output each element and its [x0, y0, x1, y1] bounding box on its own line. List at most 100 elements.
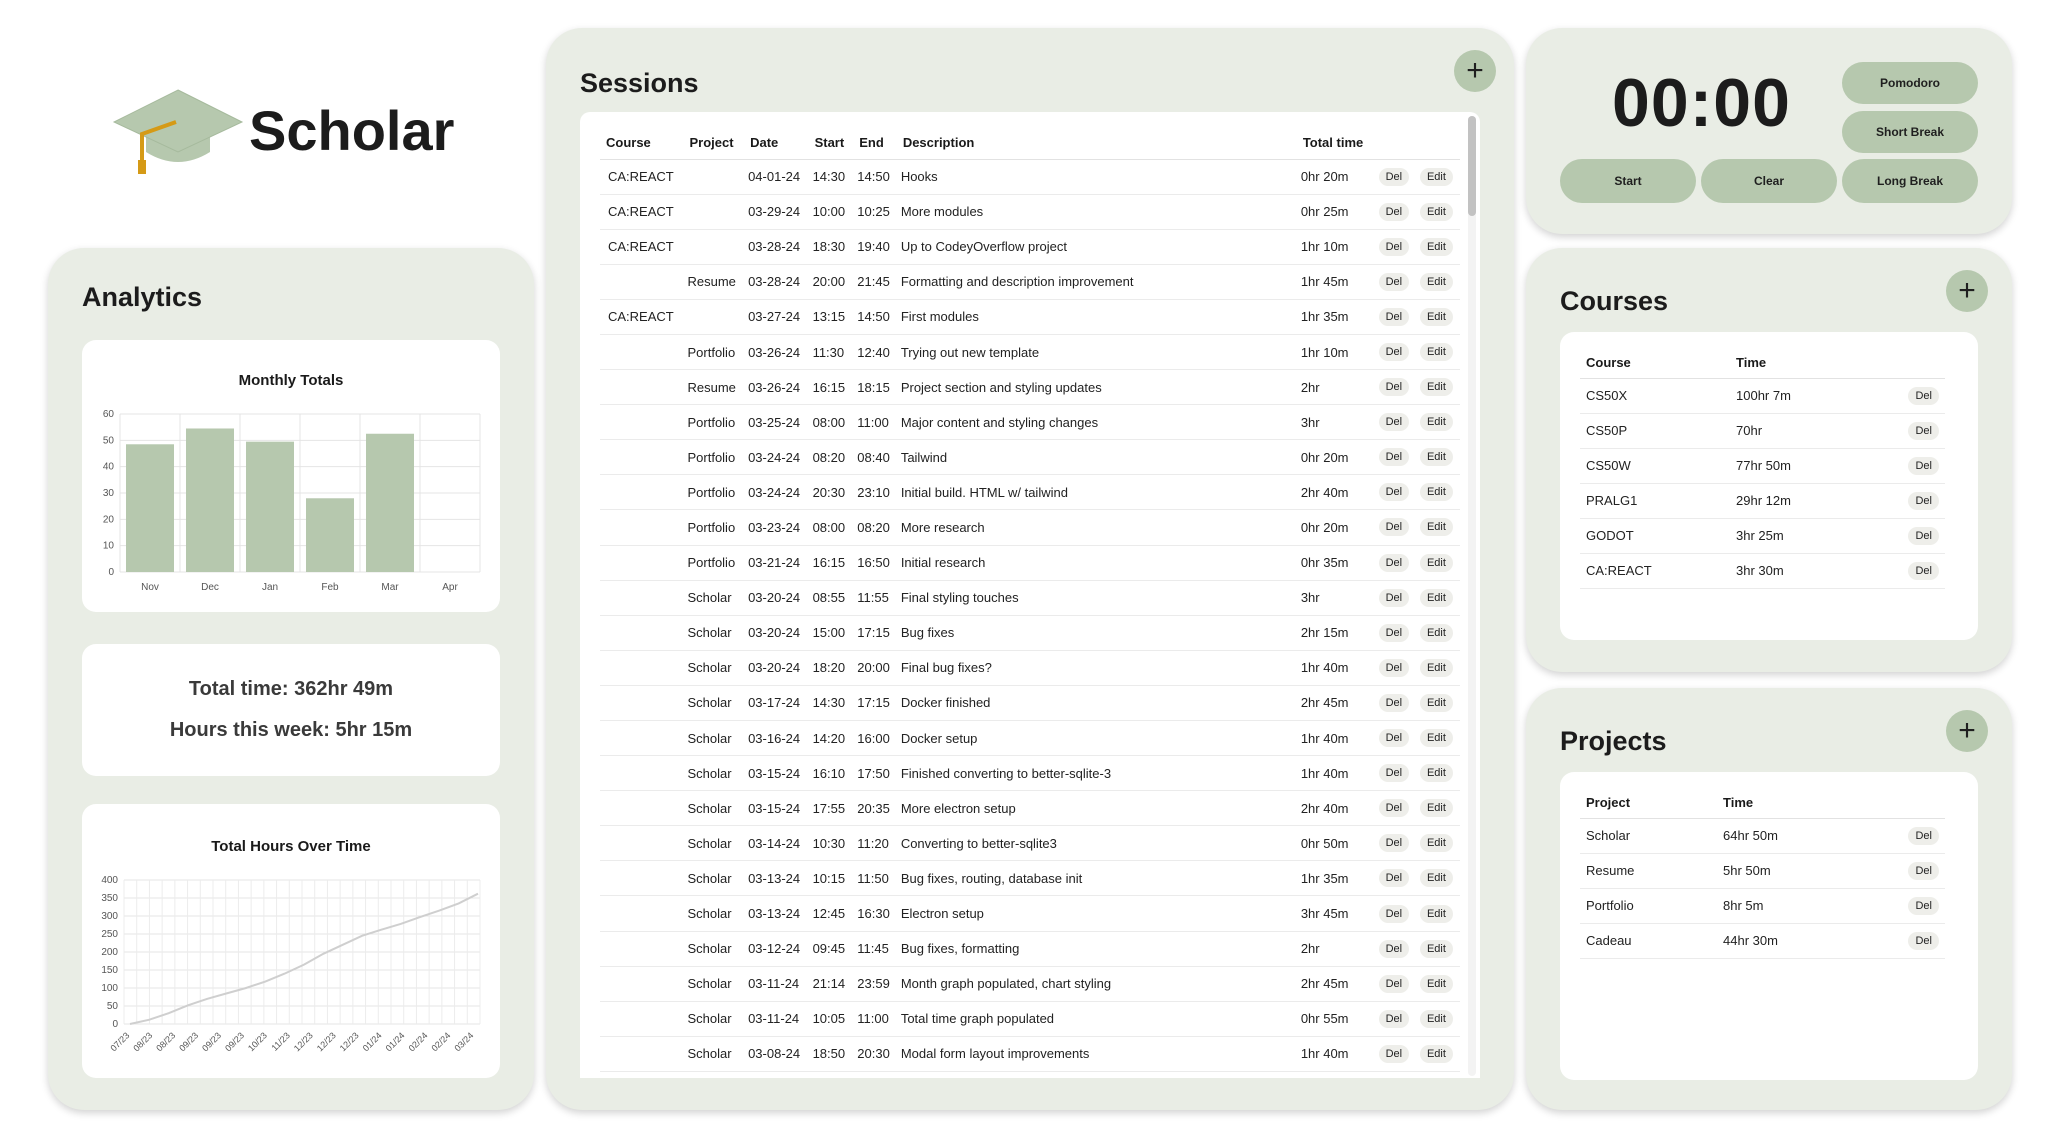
- edit-session-button[interactable]: Edit: [1419, 518, 1453, 537]
- edit-session-button[interactable]: Edit: [1419, 307, 1453, 326]
- project-name: Portfolio: [1580, 888, 1717, 924]
- long-break-button[interactable]: Long Break: [1842, 159, 1978, 203]
- session-end: 20:00: [853, 650, 897, 686]
- session-end: 16:30: [853, 895, 897, 932]
- session-date: 03-13-24: [744, 895, 809, 932]
- edit-session-button[interactable]: Edit: [1419, 483, 1453, 502]
- delete-project-button[interactable]: Del: [1908, 861, 1939, 880]
- edit-session-button[interactable]: Edit: [1419, 202, 1453, 221]
- clear-button[interactable]: Clear: [1701, 159, 1837, 203]
- course-name: CS50W: [1580, 448, 1730, 484]
- edit-session-button[interactable]: Edit: [1419, 1009, 1453, 1028]
- delete-session-button[interactable]: Del: [1378, 974, 1410, 993]
- monthly-bar-chart-svg: 0 10 20 30 40 50 60 Nov Dec Jan Feb Mar Apr: [103, 409, 481, 593]
- delete-session-button[interactable]: Del: [1378, 658, 1410, 677]
- delete-project-button[interactable]: Del: [1908, 896, 1939, 915]
- delete-session-button[interactable]: Del: [1378, 378, 1410, 397]
- edit-session-button[interactable]: Edit: [1419, 869, 1453, 888]
- project-row: Cadeau 44hr 30m Del: [1580, 923, 1945, 959]
- delete-session-button[interactable]: Del: [1378, 448, 1410, 467]
- edit-session-button[interactable]: Edit: [1419, 904, 1453, 923]
- delete-session-button[interactable]: Del: [1378, 1009, 1410, 1028]
- session-start: 10:15: [808, 860, 854, 897]
- edit-session-button[interactable]: Edit: [1419, 693, 1453, 712]
- edit-session-button[interactable]: Edit: [1419, 413, 1453, 432]
- delete-session-button[interactable]: Del: [1378, 904, 1410, 923]
- edit-session-button[interactable]: Edit: [1419, 764, 1453, 783]
- delete-course-button[interactable]: Del: [1908, 386, 1939, 405]
- add-project-button[interactable]: +: [1946, 710, 1988, 752]
- session-description: Tailwind: [896, 439, 1297, 476]
- delete-session-button[interactable]: Del: [1378, 413, 1410, 432]
- delete-session-button[interactable]: Del: [1378, 939, 1410, 958]
- edit-session-button[interactable]: Edit: [1419, 378, 1453, 397]
- session-date: 03-24-24: [744, 439, 809, 476]
- bar-jan: [246, 441, 294, 572]
- edit-session-button[interactable]: Edit: [1419, 237, 1453, 256]
- delete-session-button[interactable]: Del: [1378, 623, 1410, 642]
- session-row: Scholar 03-16-24 14:20 16:00 Docker setup 1hr…: [600, 720, 1460, 757]
- delete-session-button[interactable]: Del: [1378, 343, 1410, 362]
- edit-session-button[interactable]: Edit: [1419, 974, 1453, 993]
- delete-session-button[interactable]: Del: [1378, 869, 1410, 888]
- delete-session-button[interactable]: Del: [1378, 588, 1410, 607]
- sessions-scrollbar-track[interactable]: [1468, 116, 1476, 1076]
- edit-session-button[interactable]: Edit: [1419, 799, 1453, 818]
- edit-session-button[interactable]: Edit: [1419, 623, 1453, 642]
- delete-session-button[interactable]: Del: [1378, 834, 1410, 853]
- edit-session-button-cell: Edit: [1415, 755, 1460, 792]
- delete-session-button[interactable]: Del: [1378, 307, 1410, 326]
- edit-session-button[interactable]: Edit: [1419, 658, 1453, 677]
- delete-project-button[interactable]: Del: [1908, 826, 1939, 845]
- delete-course-button[interactable]: Del: [1908, 561, 1939, 580]
- delete-session-button[interactable]: Del: [1378, 202, 1410, 221]
- session-project: Portfolio: [683, 334, 745, 371]
- edit-session-button[interactable]: Edit: [1419, 167, 1453, 186]
- session-project: [683, 299, 745, 335]
- session-description: Trying out new template: [896, 334, 1297, 371]
- edit-session-button[interactable]: Edit: [1419, 939, 1453, 958]
- delete-project-button[interactable]: Del: [1908, 931, 1939, 950]
- delete-course-button[interactable]: Del: [1908, 491, 1939, 510]
- delete-session-button[interactable]: Del: [1378, 483, 1410, 502]
- pomodoro-button[interactable]: Pomodoro: [1842, 62, 1978, 104]
- session-course: [600, 580, 684, 616]
- delete-session-button[interactable]: Del: [1378, 272, 1410, 291]
- delete-session-button[interactable]: Del: [1378, 237, 1410, 256]
- edit-session-button[interactable]: Edit: [1419, 448, 1453, 467]
- delete-course-button-cell: Del: [1861, 378, 1945, 414]
- session-end: 10:25: [853, 194, 897, 230]
- delete-session-button[interactable]: Del: [1378, 693, 1410, 712]
- edit-session-button[interactable]: Edit: [1419, 588, 1453, 607]
- delete-session-button-cell: Del: [1374, 509, 1416, 546]
- delete-session-button[interactable]: Del: [1378, 799, 1410, 818]
- delete-session-button[interactable]: Del: [1378, 553, 1410, 572]
- delete-course-button[interactable]: Del: [1908, 421, 1939, 440]
- session-project: Scholar: [683, 720, 745, 757]
- add-session-button[interactable]: +: [1454, 50, 1496, 92]
- session-project: Scholar: [683, 755, 745, 792]
- edit-session-button[interactable]: Edit: [1419, 272, 1453, 291]
- short-break-button[interactable]: Short Break: [1842, 111, 1978, 153]
- edit-session-button-cell: Edit: [1415, 334, 1460, 371]
- edit-session-button[interactable]: Edit: [1419, 834, 1453, 853]
- delete-session-button[interactable]: Del: [1378, 764, 1410, 783]
- edit-session-button[interactable]: Edit: [1419, 553, 1453, 572]
- delete-course-button[interactable]: Del: [1908, 456, 1939, 475]
- start-button[interactable]: Start: [1560, 159, 1696, 203]
- edit-session-button[interactable]: Edit: [1419, 1044, 1453, 1063]
- session-end: 19:40: [853, 229, 897, 265]
- session-start: 13:15: [808, 299, 854, 335]
- edit-session-button[interactable]: Edit: [1419, 729, 1453, 748]
- edit-session-button[interactable]: Edit: [1419, 343, 1453, 362]
- sessions-scrollbar-thumb[interactable]: [1468, 116, 1476, 216]
- delete-course-button[interactable]: Del: [1908, 526, 1939, 545]
- session-description: Formatting and description improvement: [896, 264, 1297, 300]
- delete-session-button[interactable]: Del: [1378, 167, 1410, 186]
- delete-session-button[interactable]: Del: [1378, 1044, 1410, 1063]
- delete-session-button[interactable]: Del: [1378, 518, 1410, 537]
- session-start: 20:00: [808, 264, 854, 300]
- session-project: Portfolio: [683, 474, 745, 511]
- delete-session-button[interactable]: Del: [1378, 729, 1410, 748]
- add-course-button[interactable]: +: [1946, 270, 1988, 312]
